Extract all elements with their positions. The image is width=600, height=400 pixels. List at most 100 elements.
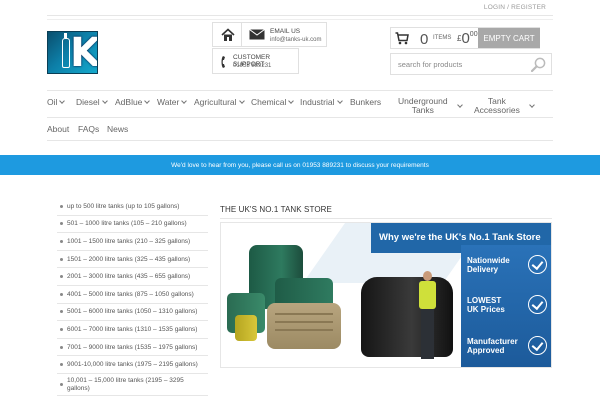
top-divider: [47, 15, 553, 16]
contact-banner-text: We'd love to hear from you, please call …: [171, 161, 429, 169]
worker-head: [423, 271, 432, 281]
nav-chemical[interactable]: Chemical: [251, 97, 295, 107]
site-logo[interactable]: K: [47, 31, 98, 74]
nav-about[interactable]: About: [47, 124, 69, 134]
category-link[interactable]: 5001 – 6000 litre tanks (1050 – 1310 gal…: [57, 304, 208, 322]
nav-diesel-label: Diesel: [76, 97, 100, 107]
nav-adblue-label: AdBlue: [115, 97, 143, 107]
nav-industrial-label: Industrial: [300, 97, 335, 107]
category-link[interactable]: 6001 – 7000 litre tanks (1310 – 1535 gal…: [57, 321, 208, 339]
nav-chemical-label: Chemical: [251, 97, 287, 107]
nav-underground-line2: Tanks: [411, 105, 434, 115]
chevron-down-icon: [336, 98, 343, 104]
login-register-link[interactable]: LOGIN / REGISTER: [484, 4, 546, 11]
nav-mid-divider: [47, 117, 553, 118]
badge-nationwide-delivery: Nationwide Delivery: [467, 256, 510, 274]
chevron-down-icon: [456, 101, 463, 108]
badge-manufacturer-approved: Manufacturer Approved: [467, 337, 518, 355]
category-link[interactable]: 2001 – 3000 litre tanks (435 – 655 gallo…: [57, 268, 208, 286]
chevron-down-icon: [238, 98, 245, 104]
worker-figure-image: [417, 271, 439, 359]
category-link[interactable]: 1501 – 2000 litre tanks (325 – 435 gallo…: [57, 251, 208, 269]
category-link[interactable]: up to 500 litre tanks (up to 105 gallons…: [57, 198, 208, 216]
cart-item-count: 0: [420, 31, 429, 48]
worker-legs: [421, 309, 434, 359]
logo-tank-mark: [62, 33, 70, 68]
nav-news-label: News: [107, 124, 129, 134]
badge-line: UK Prices: [467, 304, 505, 314]
category-link[interactable]: 1001 – 1500 litre tanks (210 – 325 gallo…: [57, 233, 208, 251]
top-divider-secondary: [47, 19, 553, 20]
nav-oil[interactable]: Oil: [47, 97, 66, 107]
contact-banner: We'd love to hear from you, please call …: [0, 155, 600, 175]
cart-total-decimals: 00: [469, 31, 478, 38]
search-input[interactable]: [391, 54, 527, 74]
nav-faqs-label: FAQs: [78, 124, 100, 134]
nav-diesel[interactable]: Diesel: [76, 97, 108, 107]
empty-cart-button[interactable]: EMPTY CART: [478, 28, 540, 48]
cart-total-value: 0: [461, 30, 470, 47]
email-us-label: EMAIL US: [270, 28, 301, 35]
checkmark-icon: [528, 255, 547, 274]
nav-bunkers-label: Bunkers: [350, 97, 382, 107]
envelope-icon: [249, 29, 265, 40]
shopping-cart-icon: [395, 32, 409, 45]
black-fuel-tank-image: [361, 277, 453, 357]
badge-line: Approved: [467, 345, 505, 355]
home-button[interactable]: [212, 22, 241, 47]
yellow-tank-image: [235, 315, 257, 341]
home-icon: [221, 28, 235, 41]
nav-faqs[interactable]: FAQs: [78, 124, 99, 134]
category-link[interactable]: 9001-10,000 litre tanks (1975 – 2195 gal…: [57, 356, 208, 374]
worker-vest: [419, 281, 436, 309]
category-link[interactable]: 4001 – 5000 litre tanks (875 – 1050 gall…: [57, 286, 208, 304]
nav-bunkers[interactable]: Bunkers: [350, 97, 381, 107]
search-bar[interactable]: [390, 53, 552, 75]
store-heading: THE UK'S No.1 TANK STORE: [220, 205, 332, 214]
nav-water[interactable]: Water: [157, 97, 188, 107]
chevron-down-icon: [288, 98, 295, 104]
nav-top-divider: [47, 90, 553, 91]
badge-line: Delivery: [467, 264, 499, 274]
logo-letter-mark: K: [70, 31, 98, 74]
tan-tank-image: [267, 303, 341, 349]
nav-bottom-divider: [47, 140, 553, 141]
nav-news[interactable]: News: [107, 124, 128, 134]
nav-tank-accessories[interactable]: Tank Accessories: [474, 97, 535, 115]
support-phone[interactable]: 01953 889231: [233, 63, 271, 69]
customer-support-box[interactable]: CUSTOMER SUPPORT 01953 889231: [212, 48, 299, 74]
chevron-down-icon: [101, 98, 108, 104]
checkmark-icon: [528, 336, 547, 355]
tank-size-category-list: up to 500 litre tanks (up to 105 gallons…: [57, 198, 208, 396]
chevron-down-icon: [181, 98, 188, 104]
category-link[interactable]: 7001 – 9000 litre tanks (1535 – 1975 gal…: [57, 339, 208, 357]
chevron-down-icon: [59, 98, 66, 104]
nav-adblue[interactable]: AdBlue: [115, 97, 151, 107]
cart-total: £000: [457, 30, 478, 47]
nav-water-label: Water: [157, 97, 180, 107]
nav-underground-tanks-label: Underground Tanks: [398, 97, 448, 115]
phone-icon: [221, 56, 225, 68]
nav-agricultural-label: Agricultural: [194, 97, 237, 107]
nav-tank-accessories-label: Tank Accessories: [474, 97, 520, 115]
category-link[interactable]: 501 – 1000 litre tanks (105 – 210 gallon…: [57, 216, 208, 234]
nav-tank-accessories-line2: Accessories: [474, 105, 520, 115]
hero-image[interactable]: Why we're the UK's No.1 Tank Store Natio…: [220, 222, 552, 368]
mini-cart[interactable]: 0 ITEMS £000 EMPTY CART: [390, 27, 540, 49]
nav-agricultural[interactable]: Agricultural: [194, 97, 245, 107]
email-us-box[interactable]: EMAIL US info@tanks-uk.com: [241, 22, 327, 47]
cart-items-label: ITEMS: [433, 35, 452, 41]
search-icon[interactable]: [531, 57, 546, 72]
chevron-down-icon: [528, 101, 535, 108]
nav-about-label: About: [47, 124, 70, 134]
checkmark-icon: [528, 295, 547, 314]
badge-lowest-uk-prices: LOWEST UK Prices: [467, 296, 505, 314]
hero-headline: Why we're the UK's No.1 Tank Store: [379, 232, 541, 243]
email-address[interactable]: info@tanks-uk.com: [270, 37, 321, 43]
nav-underground-tanks[interactable]: Underground Tanks: [398, 97, 463, 115]
category-link[interactable]: 10,001 – 15,000 litre tanks (2195 – 3295…: [57, 374, 208, 396]
nav-oil-label: Oil: [47, 97, 58, 107]
nav-industrial[interactable]: Industrial: [300, 97, 343, 107]
chevron-down-icon: [144, 98, 151, 104]
store-heading-divider: [220, 218, 552, 219]
